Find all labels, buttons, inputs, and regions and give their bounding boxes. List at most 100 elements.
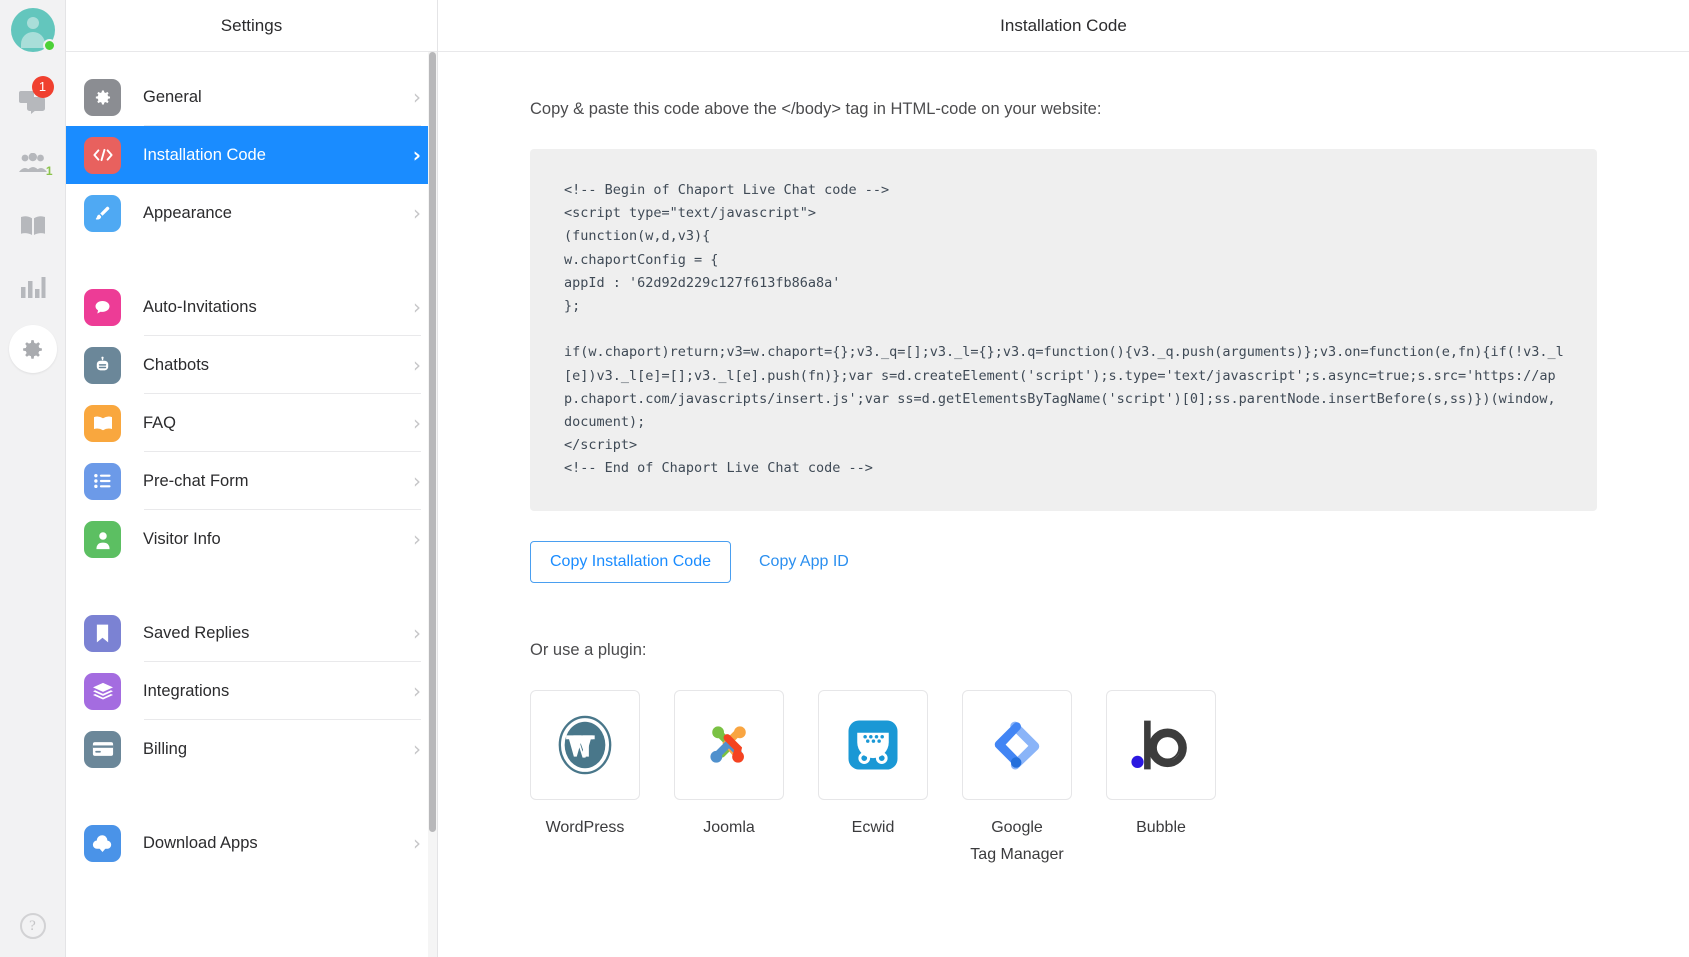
sidebar-item-label: Billing	[143, 739, 188, 758]
left-nav-rail: 1 1 ?	[0, 0, 66, 957]
settings-group-4: Download Apps ›	[66, 814, 437, 872]
settings-group-3: Saved Replies › Integrations › Billing ›	[66, 604, 437, 778]
plugin-google-tag-manager[interactable]: Google Tag Manager	[962, 689, 1072, 868]
sidebar-item-pre-chat-form[interactable]: Pre-chat Form ›	[66, 452, 437, 510]
settings-group-2: Auto-Invitations › Chatbots › FAQ › Pre-…	[66, 278, 437, 568]
settings-nav-list: General › Installation Code › Appearance…	[66, 52, 437, 957]
avatar-head	[26, 17, 39, 29]
nav-group-gap-1	[66, 242, 437, 278]
bookmark-icon	[84, 614, 121, 652]
joomla-logo	[710, 726, 746, 763]
plugin-name: Google Tag Manager	[970, 818, 1064, 863]
nav-group-gap-3	[66, 778, 437, 814]
sidebar-item-general[interactable]: General ›	[66, 68, 437, 126]
chevron-right-icon: ›	[413, 831, 421, 855]
main-content: Installation Code Copy & paste this code…	[438, 0, 1689, 957]
plugin-joomla[interactable]: Joomla	[674, 689, 784, 868]
chevron-right-icon: ›	[413, 411, 421, 435]
chevron-right-icon: ›	[413, 85, 421, 109]
rail-item-chats[interactable]: 1	[0, 70, 66, 132]
sidebar-item-integrations[interactable]: Integrations ›	[66, 662, 437, 720]
visitors-count-badge: 1	[45, 164, 53, 178]
speech-bubble-icon	[84, 288, 121, 326]
list-icon	[84, 462, 121, 500]
sidebar-item-label: Appearance	[143, 203, 232, 222]
installation-code-block[interactable]: <!-- Begin of Chaport Live Chat code -->…	[530, 149, 1597, 511]
layers-icon	[84, 672, 121, 710]
chevron-right-icon: ›	[413, 353, 421, 377]
chevron-right-icon: ›	[413, 679, 421, 703]
sidebar-item-label: Auto-Invitations	[143, 297, 257, 316]
chevron-right-icon: ›	[413, 737, 421, 761]
plugin-card	[530, 689, 640, 800]
sidebar-item-label: General	[143, 87, 202, 106]
rail-item-knowledge-base[interactable]	[0, 194, 66, 256]
settings-scrollbar-track[interactable]	[428, 52, 437, 957]
sidebar-item-chatbots[interactable]: Chatbots ›	[66, 336, 437, 394]
book-icon	[20, 215, 45, 235]
online-status-dot	[42, 39, 56, 52]
sidebar-item-faq[interactable]: FAQ ›	[66, 394, 437, 452]
bubble-logo	[1131, 720, 1187, 770]
paintbrush-icon	[84, 194, 121, 232]
avatar[interactable]	[10, 8, 56, 52]
rail-item-visitors[interactable]: 1	[0, 132, 66, 194]
wordpress-logo	[558, 715, 612, 774]
nav-group-gap-2	[66, 568, 437, 604]
sidebar-item-label: Installation Code	[143, 145, 266, 164]
plugin-section-title: Or use a plugin:	[530, 640, 647, 659]
settings-panel: Settings General › Installation Code › A…	[66, 0, 438, 957]
sidebar-item-appearance[interactable]: Appearance ›	[66, 184, 437, 242]
gear-icon	[84, 78, 121, 116]
instructions-text: Copy & paste this code above the </body>…	[530, 100, 1102, 118]
copy-installation-code-button[interactable]: Copy Installation Code	[530, 540, 731, 583]
chats-unread-badge: 1	[31, 76, 54, 98]
plugin-bubble[interactable]: Bubble	[1106, 689, 1216, 868]
visitors-people-icon	[18, 153, 47, 172]
sidebar-item-saved-replies[interactable]: Saved Replies ›	[66, 604, 437, 662]
plugin-card	[674, 689, 784, 800]
settings-active-pill	[8, 325, 57, 373]
plugin-wordpress[interactable]: WordPress	[530, 689, 640, 868]
sidebar-item-label: Pre-chat Form	[143, 471, 249, 490]
page-title: Installation Code	[438, 0, 1689, 52]
settings-group-1: General › Installation Code › Appearance…	[66, 68, 437, 242]
app-root: 1 1 ? Settings General › Installation Co…	[0, 0, 1689, 957]
sidebar-item-label: Saved Replies	[143, 623, 250, 642]
action-button-row: Copy Installation Code Copy App ID	[530, 540, 1597, 583]
chevron-right-icon: ›	[413, 621, 421, 645]
plugin-card	[1106, 689, 1216, 800]
sidebar-item-billing[interactable]: Billing ›	[66, 720, 437, 778]
robot-icon	[84, 346, 121, 384]
settings-scrollbar-thumb[interactable]	[429, 52, 436, 832]
copy-app-id-link[interactable]: Copy App ID	[759, 553, 849, 571]
gear-icon	[23, 339, 42, 359]
ecwid-logo	[848, 720, 898, 770]
cloud-download-icon	[84, 824, 121, 862]
open-book-icon	[84, 404, 121, 442]
rail-item-reports[interactable]	[0, 256, 66, 318]
sidebar-item-label: Integrations	[143, 681, 230, 700]
sidebar-item-visitor-info[interactable]: Visitor Info ›	[66, 510, 437, 568]
google-tag-manager-logo	[994, 721, 1040, 770]
plugin-ecwid[interactable]: Ecwid	[818, 689, 928, 868]
chevron-right-icon: ›	[412, 143, 421, 167]
bar-chart-icon	[20, 277, 45, 298]
sidebar-item-label: FAQ	[143, 413, 177, 432]
sidebar-item-label: Visitor Info	[143, 529, 221, 548]
chevron-right-icon: ›	[413, 527, 421, 551]
plugin-list: WordPress Joomla Ecwid Google Tag Manage…	[530, 689, 1597, 868]
plugin-card	[818, 689, 928, 800]
sidebar-item-auto-invitations[interactable]: Auto-Invitations ›	[66, 278, 437, 336]
plugin-name: WordPress	[545, 818, 625, 836]
plugin-card	[962, 689, 1072, 800]
sidebar-item-download-apps[interactable]: Download Apps ›	[66, 814, 437, 872]
person-icon	[84, 520, 121, 558]
sidebar-item-installation-code[interactable]: Installation Code ›	[66, 126, 437, 184]
code-brackets-icon	[84, 136, 121, 174]
plugin-name: Joomla	[703, 818, 755, 836]
avatar-body	[20, 32, 45, 48]
chevron-right-icon: ›	[413, 201, 421, 225]
rail-item-settings[interactable]	[0, 318, 66, 380]
help-icon[interactable]: ?	[19, 913, 46, 939]
